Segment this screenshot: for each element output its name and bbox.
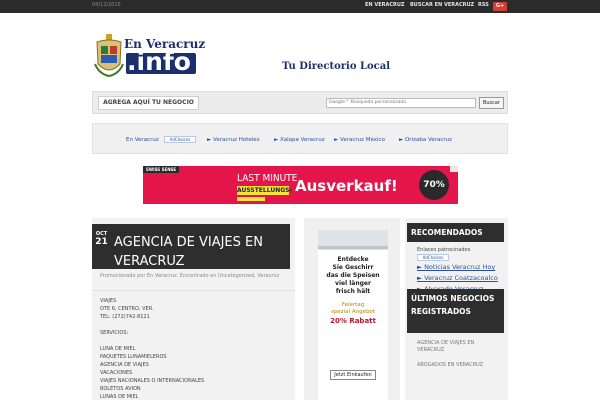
post-line: LUNAS DE MIEL bbox=[100, 394, 139, 400]
post-line: PAQUETES LUNAMIELEROS bbox=[100, 354, 167, 360]
adchoices-icon[interactable]: AdChoices bbox=[164, 136, 196, 143]
banner-percent-badge: 70% bbox=[419, 170, 449, 200]
post-line: BOLETOS AVION bbox=[100, 386, 141, 392]
post-line: AGENCIA DE VIAJES bbox=[100, 362, 149, 368]
middle-ad-column: Entdecke Sie Geschirr das die Speisen vi… bbox=[304, 218, 400, 400]
current-date: 04/12/2015 bbox=[92, 2, 121, 8]
recommended-heading: RECOMENDADOS bbox=[407, 223, 504, 242]
logo-text-info[interactable]: .info bbox=[127, 47, 191, 76]
ad-link-xalapa-veracruz[interactable]: ► Xalapa Veracruz bbox=[274, 137, 325, 143]
ad-headline-text: Entdecke Sie Geschirr das die Speisen vi… bbox=[326, 256, 380, 295]
post-date: OCT 21 bbox=[94, 231, 109, 251]
post-day: 21 bbox=[95, 237, 108, 247]
post-line: VIAJES NACIONALES O INTERNACIONALES bbox=[100, 378, 205, 384]
vertical-ad[interactable]: Entdecke Sie Geschirr das die Speisen vi… bbox=[318, 230, 388, 400]
ad-offer: Feiertag spezial Angebot bbox=[318, 302, 388, 316]
post-line: LUNA DE MIEL bbox=[100, 346, 136, 352]
post-line: OTE 6, CENTRO, VER. bbox=[100, 306, 154, 312]
top-link-buscar[interactable]: BUSCAR EN VERACRUZ bbox=[410, 2, 474, 8]
banner-brand: SWISS SENSE bbox=[143, 166, 179, 173]
ad-close-icon[interactable] bbox=[450, 166, 458, 172]
post-line: VACACIONES bbox=[100, 370, 133, 376]
ad-offer-text: Feiertag spezial Angebot bbox=[331, 302, 375, 315]
ad-discount: 20% Rabatt bbox=[330, 317, 376, 325]
add-business-button[interactable]: AGREGA AQUÍ TU NEGOCIO bbox=[98, 96, 199, 110]
site-tagline: Tu Directorio Local bbox=[282, 61, 391, 72]
ad-headline: Entdecke Sie Geschirr das die Speisen vi… bbox=[318, 256, 388, 296]
sidebar-link-noticias[interactable]: ► Noticias Veracruz Hoy bbox=[417, 263, 495, 271]
post-card: OCT 21 AGENCIA DE VIAJES EN VERACRUZ Pro… bbox=[92, 218, 295, 400]
advert-banner[interactable]: SWISS SENSE LAST MINUTE AUSSTELLUNGS- Au… bbox=[143, 166, 458, 204]
search-button[interactable]: Buscar bbox=[479, 97, 504, 109]
post-line: VIAJES bbox=[100, 298, 117, 304]
post-line: SERVICIOS: bbox=[100, 330, 129, 336]
banner-ausverkauf: Ausverkauf! bbox=[295, 177, 398, 195]
post-content: VIAJES OTE 6, CENTRO, VER. TEL: (272)742… bbox=[92, 290, 295, 400]
banner-last-minute: LAST MINUTE bbox=[237, 173, 298, 184]
top-link-rss[interactable]: RSS bbox=[478, 2, 489, 8]
nav-bar: AGREGA AQUÍ TU NEGOCIO Google™ Búsqueda … bbox=[92, 91, 508, 114]
sponsored-label: Enlaces patrocinados bbox=[417, 247, 471, 253]
post-line: TEL: (272)742-8121 bbox=[100, 314, 150, 320]
top-link-en-veracruz[interactable]: EN VERACRUZ bbox=[365, 2, 405, 8]
ad-shop-button[interactable]: Jetzt Einkaufen bbox=[330, 370, 376, 380]
ad-link-bar: En Veracruz AdChoices ► Veracruz Hoteles… bbox=[92, 123, 508, 154]
sidebar: RECOMENDADOS Enlaces patrocinados AdChoi… bbox=[405, 218, 508, 400]
sidebar-adchoices-icon[interactable]: AdChoices bbox=[417, 254, 449, 261]
ad-shelf-image bbox=[318, 230, 388, 250]
search-input[interactable]: Google™ Búsqueda personalizada bbox=[326, 98, 476, 108]
site-header bbox=[0, 13, 600, 90]
banner-stripe bbox=[237, 197, 265, 201]
linkbar-site-label: En Veracruz bbox=[126, 137, 159, 143]
ad-link-veracruz-hoteles[interactable]: ► Veracruz Hoteles bbox=[207, 137, 260, 143]
post-title[interactable]: AGENCIA DE VIAJES EN VERACRUZ bbox=[114, 233, 286, 271]
coat-of-arms-logo[interactable] bbox=[93, 34, 125, 78]
post-header: OCT 21 AGENCIA DE VIAJES EN VERACRUZ bbox=[92, 224, 290, 269]
top-bar: 04/12/2015 EN VERACRUZ BUSCAR EN VERACRU… bbox=[0, 0, 600, 13]
recent-item[interactable]: ABOGADOS EN VERACRUZ bbox=[417, 362, 502, 369]
google-plus-icon[interactable]: G+ bbox=[493, 2, 507, 11]
sidebar-link-coatzacoalco[interactable]: ► Veracruz Coatzacoalco bbox=[417, 274, 498, 282]
post-meta: Promocionado por En Veracruz. Encontrado… bbox=[100, 273, 280, 279]
recent-item[interactable]: AGENCIA DE VIAJES EN VERACRUZ bbox=[417, 340, 502, 354]
recent-heading: ÚLTIMOS NEGOCIOS REGISTRADOS bbox=[407, 289, 504, 333]
ad-link-veracruz-mexico[interactable]: ► Veracruz México bbox=[334, 137, 385, 143]
ad-link-orizaba-veracruz[interactable]: ► Orizaba Veracruz bbox=[399, 137, 452, 143]
banner-ausstellungs: AUSSTELLUNGS- bbox=[237, 186, 292, 195]
